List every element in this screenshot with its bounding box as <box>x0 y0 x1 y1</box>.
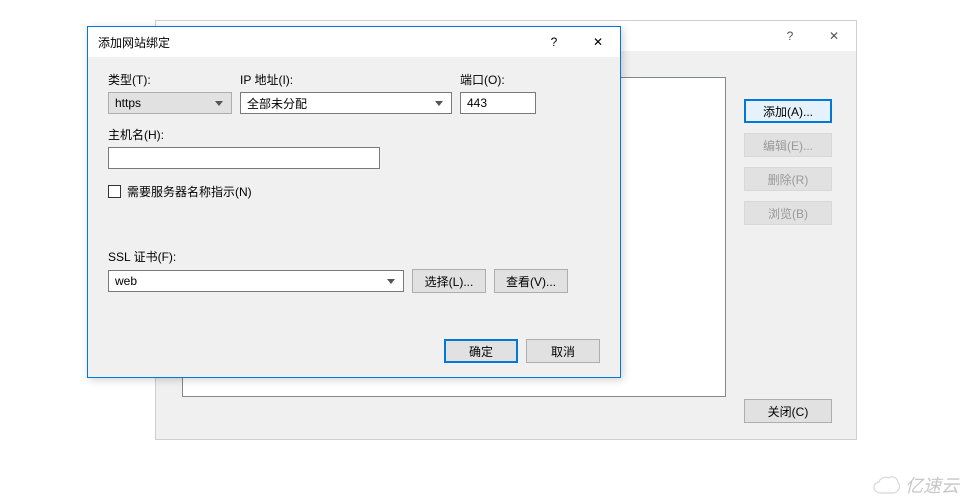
help-icon[interactable]: ? <box>532 27 576 57</box>
add-site-binding-dialog: 添加网站绑定 ? ✕ 类型(T): https IP 地址(I): 全部未分配 <box>87 26 621 378</box>
side-buttons: 添加(A)... 编辑(E)... 删除(R) 浏览(B) <box>744 99 832 225</box>
port-input[interactable]: 443 <box>460 92 536 114</box>
add-button[interactable]: 添加(A)... <box>744 99 832 123</box>
chevron-down-icon <box>431 95 447 111</box>
row-type-ip-port: 类型(T): https IP 地址(I): 全部未分配 端 <box>108 71 600 114</box>
ip-select[interactable]: 全部未分配 <box>240 92 452 114</box>
close-icon[interactable]: ✕ <box>812 21 856 51</box>
front-titlebar: 添加网站绑定 ? ✕ <box>88 27 620 57</box>
dialog-body: 类型(T): https IP 地址(I): 全部未分配 端 <box>88 57 620 377</box>
cloud-icon <box>873 476 901 494</box>
ok-button[interactable]: 确定 <box>444 339 518 363</box>
watermark-text: 亿速云 <box>905 472 959 498</box>
host-input[interactable] <box>108 147 380 169</box>
close-button[interactable]: 关闭(C) <box>744 399 832 423</box>
ssl-block: SSL 证书(F): web 选择(L)... 查看(V)... <box>108 248 600 293</box>
browse-button: 浏览(B) <box>744 201 832 225</box>
type-value: https <box>115 96 141 110</box>
select-cert-button[interactable]: 选择(L)... <box>412 269 486 293</box>
dialog-title: 添加网站绑定 <box>98 34 532 51</box>
port-value: 443 <box>467 96 487 110</box>
chevron-down-icon <box>383 273 399 289</box>
cancel-button[interactable]: 取消 <box>526 339 600 363</box>
ssl-value: web <box>115 274 137 288</box>
remove-button: 删除(R) <box>744 167 832 191</box>
type-select[interactable]: https <box>108 92 232 114</box>
view-cert-button[interactable]: 查看(V)... <box>494 269 568 293</box>
port-label: 端口(O): <box>460 71 536 88</box>
ip-label: IP 地址(I): <box>240 71 452 88</box>
ip-value: 全部未分配 <box>247 95 307 112</box>
help-icon[interactable]: ? <box>768 21 812 51</box>
sni-label: 需要服务器名称指示(N) <box>127 183 252 200</box>
sni-row: 需要服务器名称指示(N) <box>108 183 600 200</box>
close-icon[interactable]: ✕ <box>576 27 620 57</box>
watermark: 亿速云 <box>873 472 959 498</box>
edit-button: 编辑(E)... <box>744 133 832 157</box>
type-label: 类型(T): <box>108 71 232 88</box>
ssl-select[interactable]: web <box>108 270 404 292</box>
chevron-down-icon <box>211 95 227 111</box>
host-block: 主机名(H): <box>108 126 600 169</box>
host-label: 主机名(H): <box>108 126 600 143</box>
ssl-label: SSL 证书(F): <box>108 248 600 265</box>
sni-checkbox[interactable] <box>108 185 121 198</box>
dialog-buttons: 确定 取消 <box>444 339 600 363</box>
